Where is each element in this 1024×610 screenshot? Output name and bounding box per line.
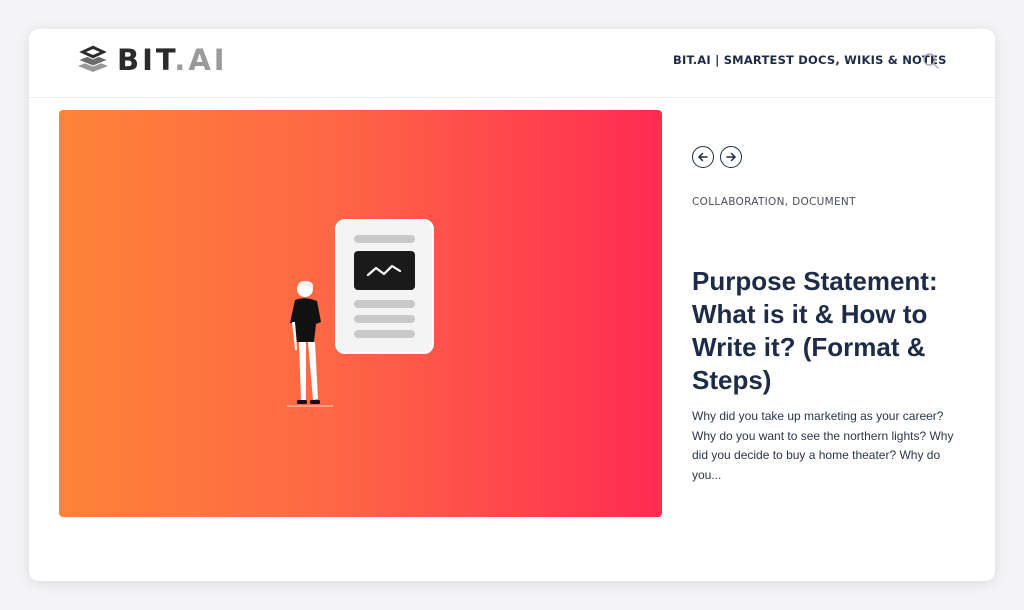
logo-dot: . (174, 43, 189, 77)
arrow-left-icon (698, 152, 708, 162)
category-separator: , (784, 196, 793, 208)
person-with-document-illustration (287, 219, 434, 407)
category-link-collaboration[interactable]: COLLABORATION (692, 196, 785, 208)
layers-logo-icon (76, 44, 110, 72)
site-header: BIT.AI BIT.AI | SMARTEST DOCS, WIKIS & N… (29, 29, 995, 98)
search-icon[interactable] (922, 52, 940, 70)
post-categories: COLLABORATION, DOCUMENT (692, 196, 856, 208)
logo-suffix: AI (188, 43, 228, 77)
previous-slide-button[interactable] (692, 146, 714, 168)
post-excerpt: Why did you take up marketing as your ca… (692, 409, 954, 482)
slider-navigation (692, 146, 742, 168)
category-link-document[interactable]: DOCUMENT (792, 196, 856, 208)
nav-home-link[interactable]: BIT.AI | SMARTEST DOCS, WIKIS & NOTES (673, 53, 947, 67)
arrow-right-icon (726, 152, 736, 162)
next-slide-button[interactable] (720, 146, 742, 168)
logo-text: BIT.AI (117, 42, 228, 78)
slider-card: BIT.AI BIT.AI | SMARTEST DOCS, WIKIS & N… (29, 29, 995, 581)
logo-prefix: BIT (117, 43, 175, 77)
post-title[interactable]: Purpose Statement: What is it & How to W… (692, 265, 972, 397)
featured-image[interactable] (59, 110, 662, 517)
site-logo[interactable]: BIT.AI (75, 42, 228, 78)
